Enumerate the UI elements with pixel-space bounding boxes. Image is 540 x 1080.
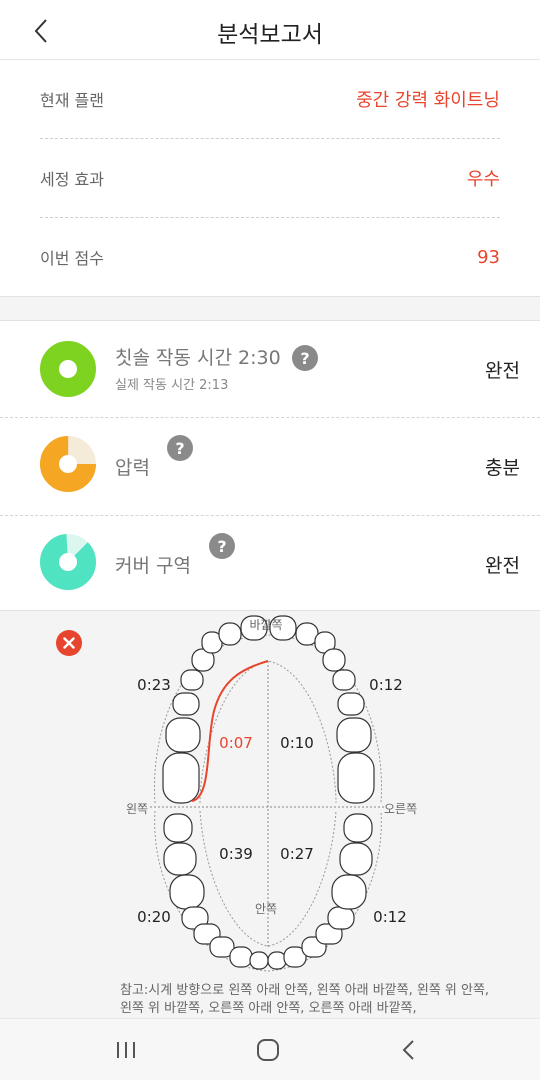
- help-icon[interactable]: ?: [209, 533, 235, 559]
- metric-title: 압력: [115, 457, 150, 479]
- summary-label: 이번 점수: [40, 249, 104, 268]
- summary-value: 우수: [466, 169, 500, 190]
- progress-donut-icon: [40, 436, 96, 492]
- summary-value: 중간 강력 화이트닝: [356, 90, 500, 111]
- time-lower-left-outer: 0:20: [137, 908, 171, 926]
- teeth-map-panel: 바깥쪽 안쪽 왼쪽 오른쪽 0:23 0:12 0:07 0:10 0:39 0…: [0, 610, 540, 1018]
- time-upper-right-outer: 0:12: [369, 676, 403, 694]
- home-button[interactable]: [250, 1033, 286, 1067]
- app-header: 분석보고서: [0, 0, 540, 60]
- divider: [0, 515, 540, 516]
- time-lower-left-inner: 0:39: [219, 845, 253, 863]
- teeth-diagram: 바깥쪽 안쪽 왼쪽 오른쪽 0:23 0:12 0:07 0:10 0:39 0…: [126, 615, 417, 972]
- help-icon[interactable]: ?: [292, 345, 318, 371]
- metric-brushing-time[interactable]: 칫솔 작동 시간 2:30 실제 작동 시간 2:13 ? 완전: [0, 321, 540, 418]
- summary-row-effect: 세정 효과 우수: [40, 139, 500, 217]
- metric-coverage[interactable]: 커버 구역 ? 완전: [0, 517, 540, 614]
- metric-status: 완전: [485, 555, 520, 577]
- time-upper-right-inner: 0:10: [280, 734, 314, 752]
- time-upper-left-inner: 0:07: [219, 734, 253, 752]
- metric-subtitle: 실제 작동 시간 2:13: [115, 378, 229, 393]
- summary-panel: 현재 플랜 중간 강력 화이트닝 세정 효과 우수 이번 점수 93: [0, 60, 540, 296]
- summary-label: 세정 효과: [40, 170, 104, 189]
- recents-button[interactable]: [108, 1033, 144, 1067]
- summary-label: 현재 플랜: [40, 91, 104, 110]
- divider: [0, 417, 540, 418]
- summary-row-plan: 현재 플랜 중간 강력 화이트닝: [40, 60, 500, 138]
- help-icon[interactable]: ?: [167, 435, 193, 461]
- recents-icon: [117, 1042, 135, 1058]
- summary-value: 93: [477, 246, 500, 268]
- summary-row-score: 이번 점수 93: [40, 218, 500, 296]
- metric-status: 완전: [485, 360, 520, 382]
- progress-donut-icon: [40, 341, 96, 397]
- metric-pressure[interactable]: 압력 ? 충분: [0, 419, 540, 516]
- time-lower-right-outer: 0:12: [373, 908, 407, 926]
- metric-status: 충분: [485, 457, 520, 479]
- right-label: 오른쪽: [384, 802, 417, 816]
- outer-label: 바깥쪽: [249, 618, 282, 632]
- home-icon: [257, 1039, 279, 1061]
- progress-donut-icon: [40, 534, 96, 590]
- back-icon: [402, 1040, 414, 1060]
- time-lower-right-inner: 0:27: [280, 845, 314, 863]
- metric-title: 커버 구역: [115, 555, 191, 577]
- section-gap: [0, 296, 540, 321]
- time-upper-left-outer: 0:23: [137, 676, 171, 694]
- page-title: 분석보고서: [217, 22, 323, 48]
- metric-title: 칫솔 작동 시간 2:30: [115, 347, 281, 369]
- legend-note: 참고:시계 방향으로 왼쪽 아래 안쪽, 왼쪽 아래 바깥쪽, 왼쪽 위 안쪽,…: [120, 983, 490, 1016]
- back-nav-button[interactable]: [390, 1033, 426, 1067]
- left-label: 왼쪽: [126, 802, 148, 816]
- system-nav-bar: [0, 1018, 540, 1080]
- inner-label: 안쪽: [255, 902, 277, 916]
